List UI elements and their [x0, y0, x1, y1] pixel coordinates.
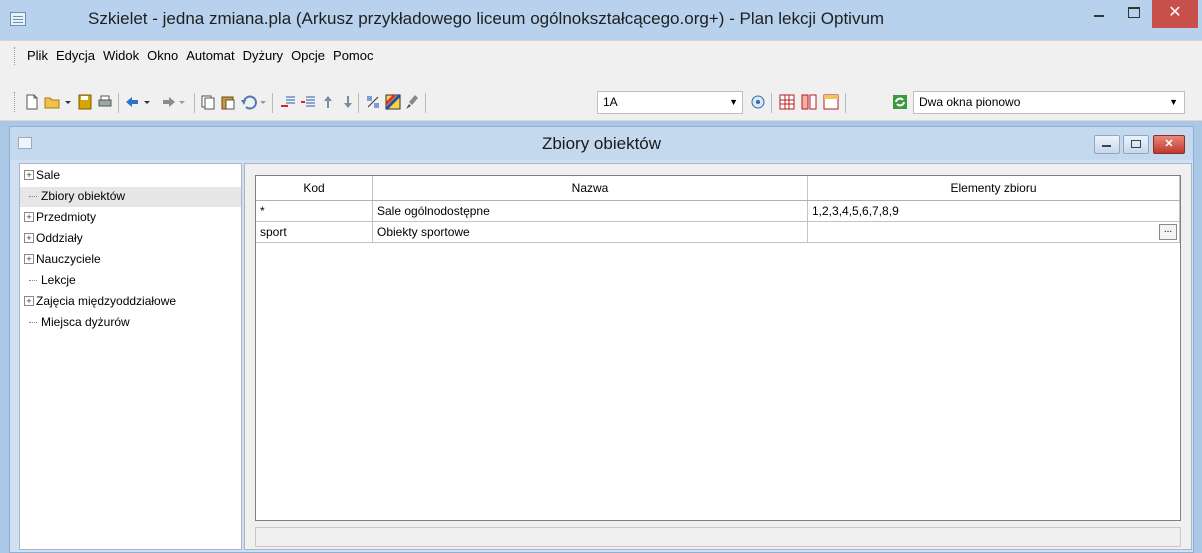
- new-icon[interactable]: [24, 94, 40, 110]
- table-icon[interactable]: [823, 94, 839, 110]
- menu-okno[interactable]: Okno: [143, 48, 182, 63]
- menubar-grip[interactable]: [14, 47, 17, 65]
- print-icon[interactable]: [97, 94, 113, 110]
- layout-select-value: Dwa okna pionowo: [919, 95, 1021, 109]
- back-icon[interactable]: [125, 94, 155, 110]
- preview-icon[interactable]: [750, 94, 766, 110]
- tree-item-label: Lekcje: [41, 273, 76, 287]
- tree-line: [29, 196, 37, 197]
- copy-icon[interactable]: [200, 94, 216, 110]
- color-icon[interactable]: [384, 93, 402, 111]
- cell-elementy[interactable]: 1,2,3,4,5,6,7,8,9: [807, 200, 1180, 222]
- chevron-down-icon[interactable]: ▼: [729, 97, 738, 107]
- table-row[interactable]: * Sale ogólnodostępne 1,2,3,4,5,6,7,8,9: [256, 200, 1180, 222]
- object-tree: + Sale Zbiory obiektów + Przedmioty + Od…: [19, 163, 242, 550]
- tree-item-miejsca-dyzurow[interactable]: Miejsca dyżurów: [20, 313, 241, 333]
- menubar: Plik Edycja Widok Okno Automat Dyżury Op…: [0, 40, 1202, 87]
- menu-opcje[interactable]: Opcje: [287, 48, 329, 63]
- tree-item-label: Sale: [36, 168, 61, 182]
- toolbar-separator: [425, 93, 426, 113]
- cell-nazwa[interactable]: Obiekty sportowe: [372, 221, 808, 243]
- tree-line: [29, 280, 37, 281]
- move-up-icon[interactable]: [320, 94, 336, 110]
- toolbar-separator: [358, 93, 359, 113]
- menu-dyzury[interactable]: Dyżury: [239, 48, 287, 63]
- brush-icon[interactable]: [405, 94, 421, 110]
- paste-icon[interactable]: [220, 94, 236, 110]
- menu-list: Plik Edycja Widok Okno Automat Dyżury Op…: [23, 48, 378, 63]
- undo-icon[interactable]: [240, 94, 268, 110]
- close-button[interactable]: ✕: [1152, 0, 1198, 28]
- tree-item-label: Zbiory obiektów: [41, 189, 126, 203]
- cell-kod[interactable]: *: [256, 200, 373, 222]
- status-bar: [255, 527, 1181, 547]
- ellipsis-button[interactable]: ...: [1159, 224, 1177, 240]
- cell-elementy[interactable]: ...: [807, 221, 1180, 243]
- child-maximize-button[interactable]: [1123, 135, 1149, 154]
- split-icon[interactable]: [801, 94, 817, 110]
- forward-icon[interactable]: [160, 94, 190, 110]
- layout-select[interactable]: Dwa okna pionowo ▼: [913, 91, 1185, 114]
- toolbar-grip[interactable]: [14, 92, 17, 112]
- app-titlebar[interactable]: Szkielet - jedna zmiana.pla (Arkusz przy…: [0, 0, 1202, 40]
- tree-item-zbiory-obiektow[interactable]: Zbiory obiektów: [20, 187, 241, 207]
- refresh-icon[interactable]: [892, 94, 908, 110]
- tree-item-zajecia-miedzyoddzialowe[interactable]: + Zajęcia międzyoddziałowe: [20, 292, 241, 312]
- toolbar-separator: [845, 93, 846, 113]
- wand-icon[interactable]: [365, 94, 381, 110]
- tree-item-label: Przedmioty: [36, 210, 97, 224]
- column-header-kod[interactable]: Kod: [256, 176, 373, 201]
- menu-pomoc[interactable]: Pomoc: [329, 48, 377, 63]
- child-close-button[interactable]: ✕: [1153, 135, 1185, 154]
- expand-icon[interactable]: +: [24, 212, 34, 222]
- cell-kod[interactable]: sport: [256, 221, 373, 243]
- child-window-titlebar[interactable]: Zbiory obiektów ✕: [10, 127, 1193, 160]
- insert-row-icon[interactable]: [280, 94, 296, 110]
- open-icon[interactable]: [44, 94, 72, 110]
- menu-automat[interactable]: Automat: [182, 48, 238, 63]
- column-header-elementy[interactable]: Elementy zbioru: [807, 176, 1180, 201]
- tree-item-sale[interactable]: + Sale: [20, 166, 241, 186]
- tree-item-label: Miejsca dyżurów: [41, 315, 130, 329]
- child-window-title: Zbiory obiektów: [541, 134, 662, 153]
- tree-item-nauczyciele[interactable]: + Nauczyciele: [20, 250, 241, 270]
- app-title: Szkielet - jedna zmiana.pla (Arkusz przy…: [88, 9, 885, 28]
- tree-line: [29, 322, 37, 323]
- menu-plik[interactable]: Plik: [23, 48, 52, 63]
- cell-nazwa[interactable]: Sale ogólnodostępne: [372, 200, 808, 222]
- grid-panel: Kod Nazwa Elementy zbioru * Sale ogólnod…: [244, 163, 1192, 550]
- objects-table: Kod Nazwa Elementy zbioru * Sale ogólnod…: [255, 175, 1181, 521]
- save-icon[interactable]: [77, 94, 93, 110]
- chevron-down-icon[interactable]: ▼: [1169, 97, 1178, 107]
- table-row[interactable]: sport Obiekty sportowe ...: [256, 221, 1180, 243]
- maximize-button[interactable]: [1117, 0, 1151, 28]
- delete-row-icon[interactable]: [300, 94, 316, 110]
- toolbar-separator: [194, 93, 195, 113]
- tree-item-label: Nauczyciele: [36, 252, 101, 266]
- expand-icon[interactable]: +: [24, 296, 34, 306]
- expand-icon[interactable]: +: [24, 254, 34, 264]
- minimize-button[interactable]: [1082, 0, 1116, 28]
- tree-item-przedmioty[interactable]: + Przedmioty: [20, 208, 241, 228]
- expand-icon[interactable]: +: [24, 170, 34, 180]
- tree-item-label: Oddziały: [36, 231, 83, 245]
- expand-icon[interactable]: +: [24, 233, 34, 243]
- move-down-icon[interactable]: [340, 94, 356, 110]
- menu-edycja[interactable]: Edycja: [52, 48, 99, 63]
- tree-item-oddzialy[interactable]: + Oddziały: [20, 229, 241, 249]
- menu-widok[interactable]: Widok: [99, 48, 143, 63]
- column-header-nazwa[interactable]: Nazwa: [372, 176, 808, 201]
- toolbar-separator: [118, 93, 119, 113]
- tree-item-lekcje[interactable]: Lekcje: [20, 271, 241, 291]
- toolbar: 1A ▼ Dwa okna pionowo ▼: [0, 86, 1202, 121]
- tree-item-label: Zajęcia międzyoddziałowe: [36, 294, 177, 308]
- toolbar-separator: [771, 93, 772, 113]
- grid-icon[interactable]: [779, 94, 795, 110]
- child-minimize-button[interactable]: [1094, 135, 1120, 154]
- app-icon[interactable]: [10, 12, 26, 26]
- class-select[interactable]: 1A ▼: [597, 91, 743, 114]
- class-select-value: 1A: [603, 95, 618, 109]
- toolbar-separator: [272, 93, 273, 113]
